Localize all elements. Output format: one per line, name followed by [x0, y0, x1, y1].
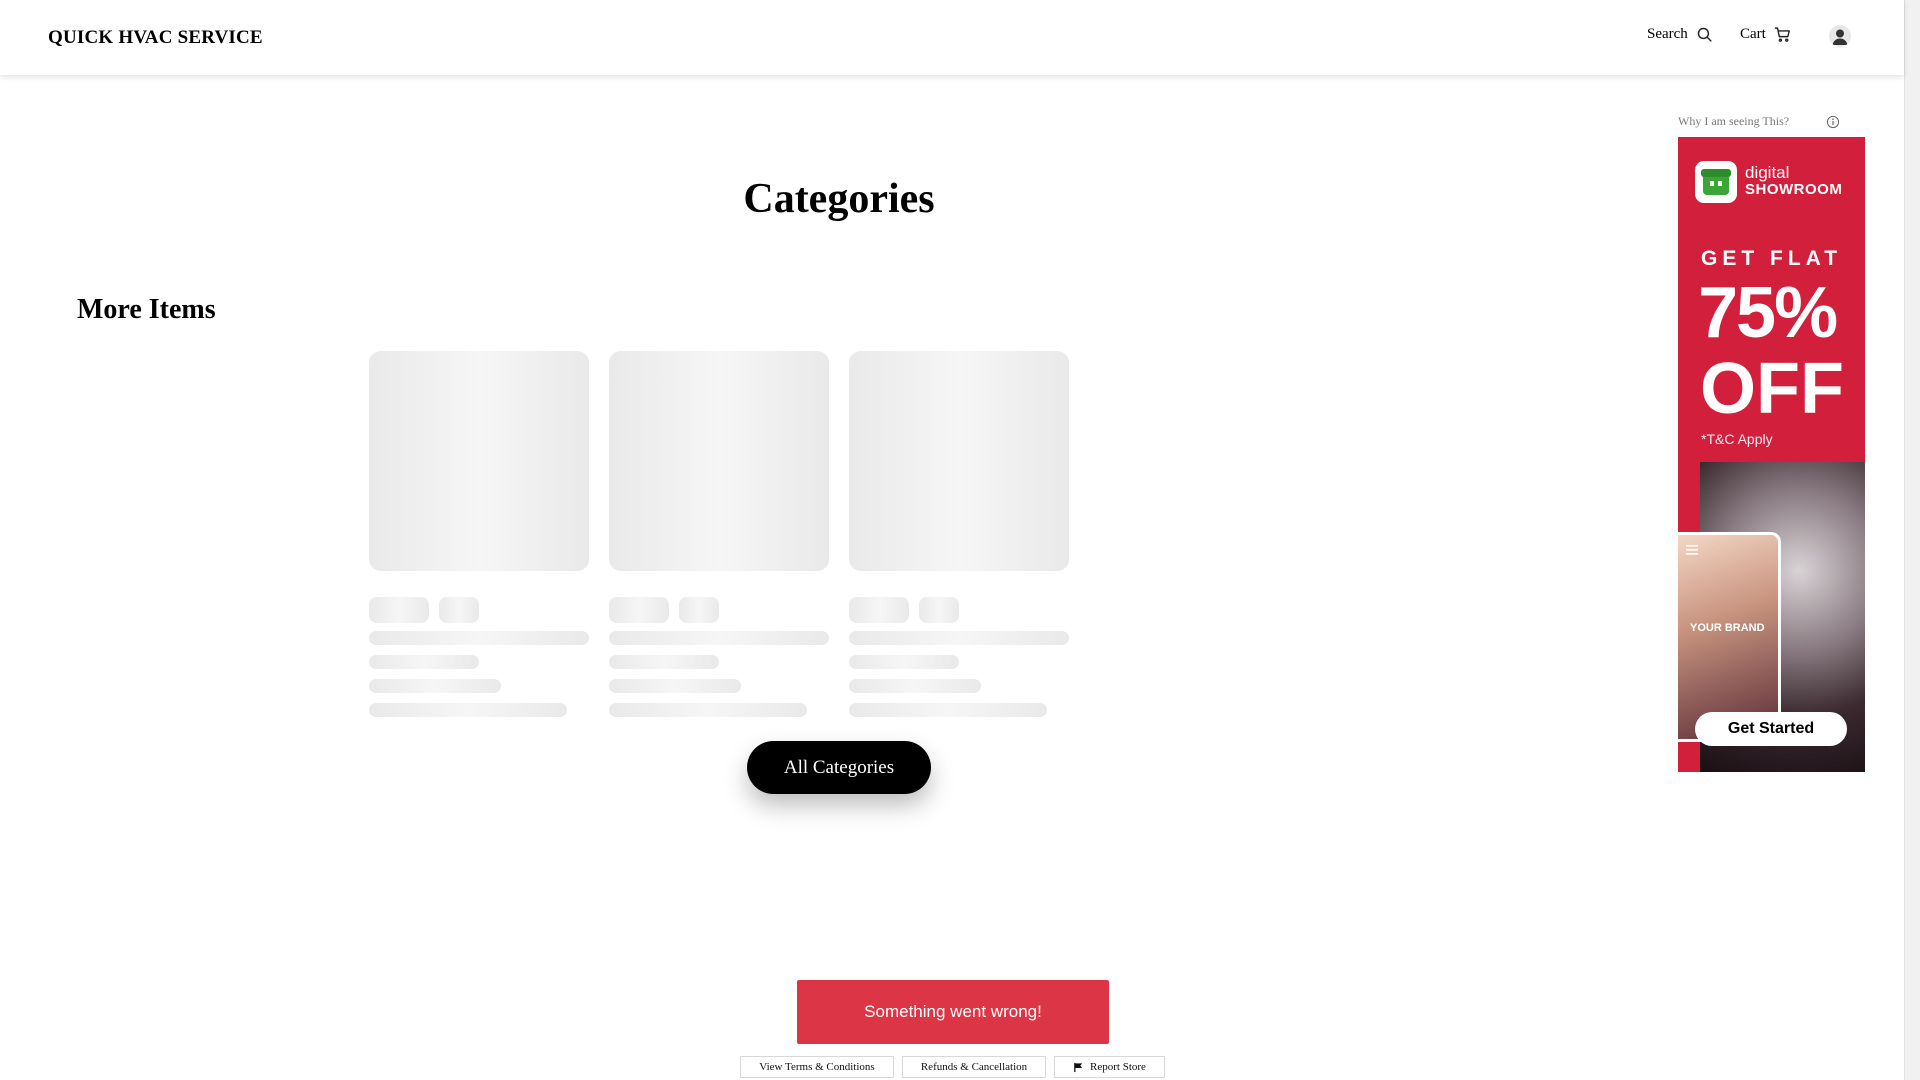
search-button[interactable]: Search: [1647, 26, 1713, 43]
skeleton-image: [369, 351, 589, 571]
skeleton-tag: [609, 597, 669, 623]
user-avatar[interactable]: [1829, 25, 1851, 47]
menu-icon: [1686, 545, 1698, 555]
flag-icon: [1074, 1062, 1083, 1072]
skeleton-line: [849, 631, 1069, 645]
skeleton-tag: [369, 597, 429, 623]
report-store-label: Report Store: [1090, 1061, 1146, 1073]
skeleton-line: [849, 703, 1047, 717]
skeleton-line: [369, 655, 479, 669]
skeleton-line: [369, 679, 501, 693]
ad-phone-mockup: [1678, 532, 1781, 742]
skeleton-tag: [439, 597, 479, 623]
all-categories-button[interactable]: All Categories: [747, 741, 931, 794]
skeleton-tag: [919, 597, 959, 623]
page-scrollbar[interactable]: [1904, 0, 1920, 1080]
top-header: QUICK HVAC SERVICE Search Cart: [0, 0, 1904, 75]
refunds-link[interactable]: Refunds & Cancellation: [902, 1056, 1046, 1078]
skeleton-line: [369, 631, 589, 645]
ad-off-text: OFF: [1700, 349, 1844, 429]
section-title: More Items: [77, 294, 216, 325]
ad-brand-text: YOUR BRAND: [1690, 622, 1765, 634]
search-label: Search: [1647, 26, 1688, 42]
report-store-link[interactable]: Report Store: [1054, 1056, 1165, 1078]
skeleton-line: [849, 655, 959, 669]
info-icon[interactable]: [1826, 115, 1840, 129]
cart-button[interactable]: Cart: [1740, 26, 1791, 43]
ad-discount: 75%: [1698, 273, 1838, 353]
ad-why-label: Why I am seeing This?: [1678, 114, 1790, 128]
skeleton-image: [609, 351, 829, 571]
skeleton-image: [849, 351, 1069, 571]
advertisement-banner[interactable]: digital SHOWROOM GET FLAT 75% OFF *T&C A…: [1678, 137, 1865, 772]
ad-headline: GET FLAT: [1701, 247, 1843, 270]
ad-terms: *T&C Apply: [1701, 431, 1773, 447]
ad-logo-text: SHOWROOM: [1745, 181, 1843, 198]
skeleton-tag: [679, 597, 719, 623]
user-icon: [1832, 29, 1848, 45]
store-brand-name[interactable]: QUICK HVAC SERVICE: [48, 27, 263, 49]
terms-link[interactable]: View Terms & Conditions: [740, 1056, 894, 1078]
ad-logo-text: digital: [1745, 163, 1790, 182]
skeleton-line: [609, 631, 829, 645]
error-toast: Something went wrong!: [797, 980, 1109, 1044]
cart-icon: [1774, 27, 1790, 42]
skeleton-line: [609, 655, 719, 669]
skeleton-tag: [849, 597, 909, 623]
store-logo-icon: [1695, 161, 1737, 203]
page-title: Categories: [743, 176, 935, 222]
get-started-button[interactable]: Get Started: [1695, 712, 1847, 746]
cart-label: Cart: [1740, 26, 1766, 42]
skeleton-line: [849, 679, 981, 693]
search-icon: [1697, 27, 1712, 42]
skeleton-line: [609, 703, 807, 717]
skeleton-line: [369, 703, 567, 717]
skeleton-line: [609, 679, 741, 693]
